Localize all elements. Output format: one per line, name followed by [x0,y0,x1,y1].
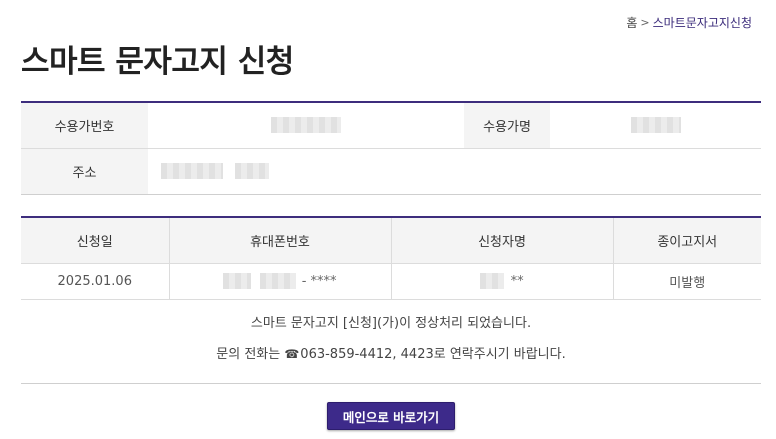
customer-info-table: 수용가번호 수용가명 주소 [21,101,761,195]
customer-name-value [550,102,761,149]
col-header-date: 신청일 [21,217,169,264]
masked-value [630,117,681,134]
col-header-phone: 휴대폰번호 [168,217,391,264]
name-suffix: ** [510,273,524,289]
info-row-number: 수용가번호 수용가명 [21,102,761,149]
customer-number-label: 수용가번호 [21,102,148,149]
table-row: 2025.01.06 - **** ** 미발행 [21,263,761,300]
page-title: 스마트 문자고지 신청 [21,44,294,80]
address-label: 주소 [21,148,148,195]
contact-numbers: 063-859-4412, 4423로 연락주시기 바랍니다. [300,347,566,362]
cell-date: 2025.01.06 [21,263,169,300]
address-value [148,148,761,195]
cell-paper-bill: 미발행 [612,263,761,300]
contact-prefix: 문의 전화는 [216,347,285,362]
breadcrumb-home[interactable]: 홈 [626,14,637,31]
breadcrumb: 홈 > 스마트문자고지신청 [626,14,752,31]
customer-name-label: 수용가명 [464,102,550,149]
customer-number-value [148,102,464,149]
col-header-applicant: 신청자명 [390,217,613,264]
go-to-main-button[interactable]: 메인으로 바로가기 [327,402,455,430]
result-message: 스마트 문자고지 [신청](가)이 정상처리 되었습니다. 문의 전화는 ☎06… [21,309,761,370]
masked-value [259,273,296,289]
success-message: 스마트 문자고지 [신청](가)이 정상처리 되었습니다. [250,316,532,331]
application-result-table: 신청일 휴대폰번호 신청자명 종이고지서 2025.01.06 - **** *… [21,216,761,300]
col-header-paper-bill: 종이고지서 [612,217,761,264]
cell-phone: - **** [168,263,391,300]
divider [21,383,761,384]
phone-icon: ☎ [284,347,300,361]
contact-message: 문의 전화는 ☎063-859-4412, 4423로 연락주시기 바랍니다. [21,339,761,370]
phone-suffix: - **** [301,273,337,289]
info-row-address: 주소 [21,148,761,195]
masked-value [271,117,341,134]
masked-value [223,273,252,289]
masked-value [161,163,223,179]
cell-applicant: ** [390,263,613,300]
masked-value [480,273,505,289]
masked-value [235,163,270,179]
result-header-row: 신청일 휴대폰번호 신청자명 종이고지서 [21,217,761,264]
breadcrumb-current[interactable]: 스마트문자고지신청 [653,14,752,31]
breadcrumb-separator: > [640,16,650,29]
